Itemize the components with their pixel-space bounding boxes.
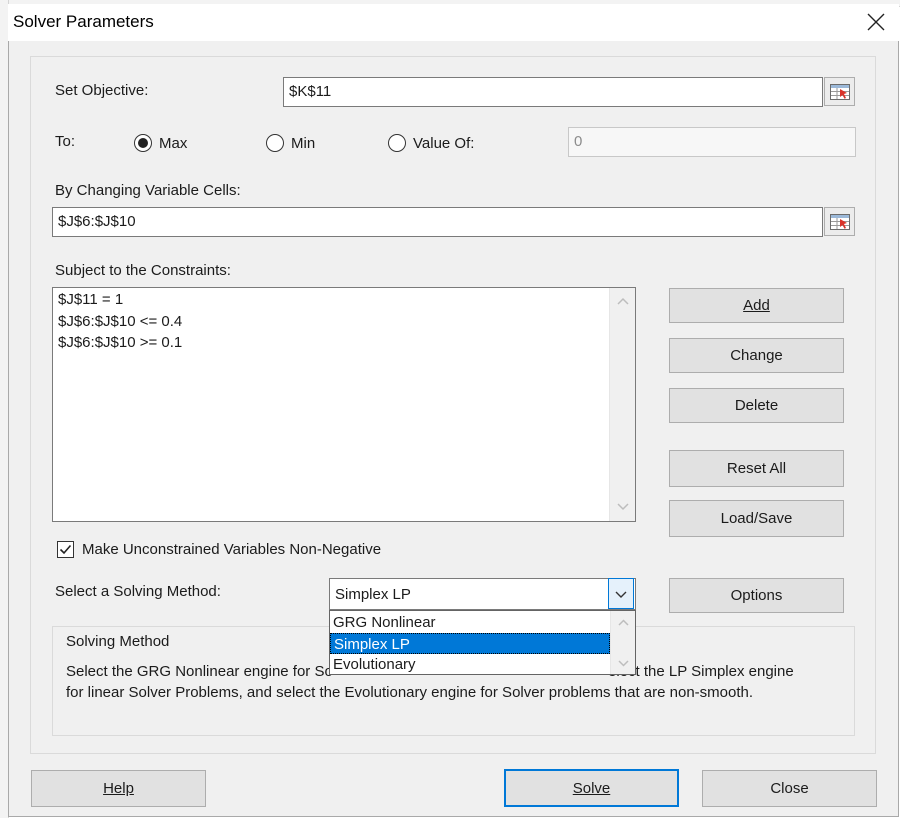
range-select-icon	[829, 213, 850, 230]
close-button[interactable]: Close	[702, 770, 877, 807]
constraints-label: Subject to the Constraints:	[55, 262, 231, 279]
max-radio[interactable]: Max	[134, 134, 187, 152]
max-label: Max	[159, 134, 188, 152]
method-option-evolutionary[interactable]: Evolutionary	[330, 654, 610, 675]
dialog-title: Solver Parameters	[13, 12, 154, 31]
range-select-icon	[829, 83, 850, 100]
reset-all-button[interactable]: Reset All	[669, 450, 844, 487]
selected-method: Simplex LP	[335, 586, 411, 603]
description-line-1-start: Select the GRG Nonlinear engine for So	[66, 663, 333, 680]
value-of-input[interactable]: 0	[568, 127, 856, 157]
constraint-item[interactable]: $J$6:$J$10 >= 0.1	[53, 332, 635, 354]
method-option-grg[interactable]: GRG Nonlinear	[330, 612, 610, 633]
value-of-label: Value Of:	[413, 134, 475, 152]
radio-selected-icon	[134, 134, 152, 152]
close-icon[interactable]	[862, 8, 890, 36]
method-option-simplex[interactable]: Simplex LP	[330, 633, 610, 654]
constraint-item[interactable]: $J$11 = 1	[53, 289, 635, 311]
solve-button[interactable]: Solve	[504, 769, 679, 807]
constraints-scrollbar[interactable]	[609, 288, 635, 521]
delete-button[interactable]: Delete	[669, 388, 844, 423]
non-negative-label: Make Unconstrained Variables Non-Negativ…	[82, 541, 382, 558]
radio-unselected-icon	[388, 134, 406, 152]
dropdown-scrollbar[interactable]	[610, 611, 635, 674]
constraints-list[interactable]: $J$11 = 1 $J$6:$J$10 <= 0.4 $J$6:$J$10 >…	[52, 287, 636, 522]
method-dropdown-list[interactable]: GRG Nonlinear Simplex LP Evolutionary	[329, 610, 636, 675]
scroll-down-icon[interactable]	[611, 657, 636, 674]
changing-cells-input[interactable]: $J$6:$J$10	[52, 207, 823, 237]
changing-cells-range-selector-button[interactable]	[824, 207, 855, 236]
scroll-up-icon[interactable]	[611, 615, 636, 632]
radio-unselected-icon	[266, 134, 284, 152]
constraint-item[interactable]: $J$6:$J$10 <= 0.4	[53, 311, 635, 333]
description-line-2: for linear Solver Problems, and select t…	[66, 684, 754, 701]
checkmark-icon	[57, 541, 74, 558]
add-button[interactable]: Add	[669, 288, 844, 323]
objective-range-selector-button[interactable]	[824, 77, 855, 106]
changing-cells-label: By Changing Variable Cells:	[55, 182, 241, 199]
solving-method-select[interactable]: Simplex LP	[329, 578, 636, 610]
scroll-up-icon[interactable]	[610, 294, 636, 311]
help-button[interactable]: Help	[31, 770, 206, 807]
chevron-down-icon[interactable]	[608, 578, 634, 609]
min-radio[interactable]: Min	[266, 134, 315, 152]
scroll-down-icon[interactable]	[610, 500, 636, 517]
set-objective-label: Set Objective:	[55, 82, 149, 99]
non-negative-checkbox[interactable]: Make Unconstrained Variables Non-Negativ…	[57, 541, 381, 558]
load-save-button[interactable]: Load/Save	[669, 500, 844, 537]
solving-method-label: Select a Solving Method:	[55, 583, 221, 600]
to-label: To:	[55, 133, 76, 150]
min-label: Min	[291, 134, 316, 152]
options-button[interactable]: Options	[669, 578, 844, 613]
value-of-radio[interactable]: Value Of:	[388, 134, 474, 152]
change-button[interactable]: Change	[669, 338, 844, 373]
solving-method-title: Solving Method	[66, 633, 170, 650]
objective-input[interactable]: $K$11	[283, 77, 823, 107]
